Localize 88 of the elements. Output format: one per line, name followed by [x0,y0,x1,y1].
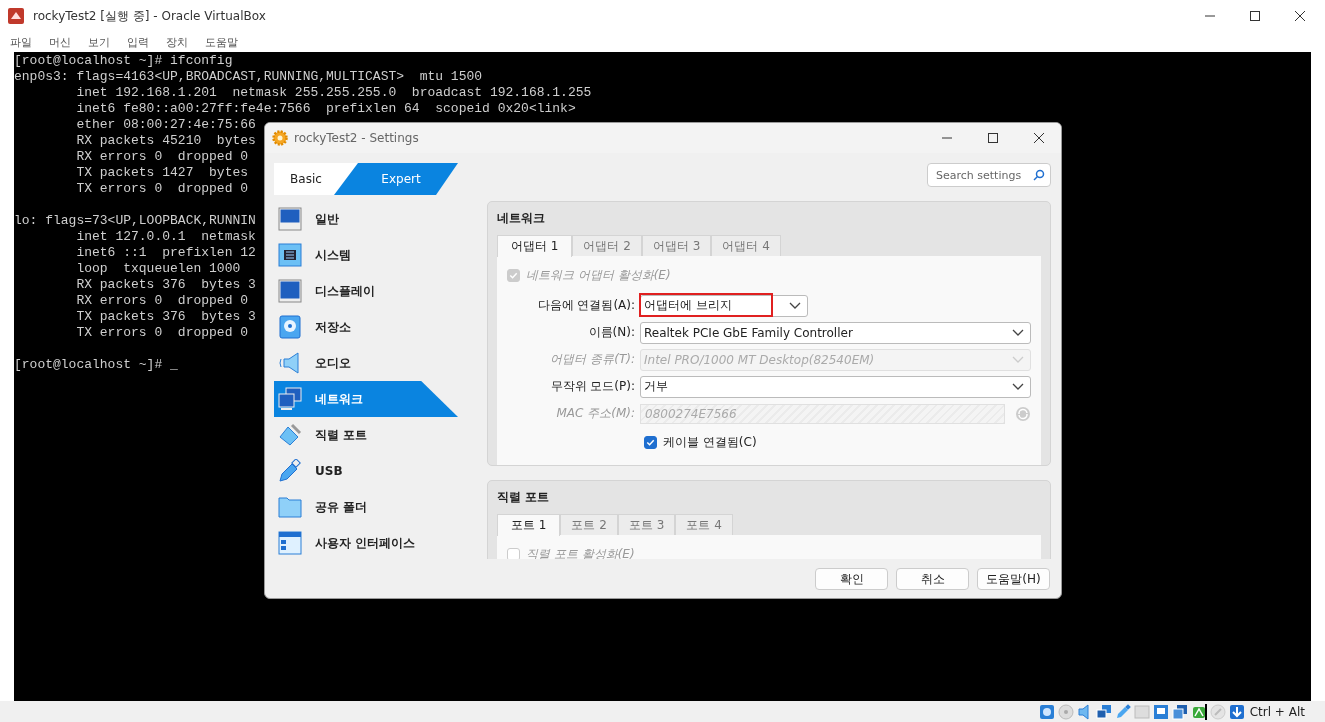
windows-icon[interactable] [1171,703,1188,720]
search-icon[interactable] [1033,169,1045,181]
sidebar-item[interactable]: 일반 [274,201,458,237]
checkbox-label: 케이블 연결됨(C) [663,433,757,451]
terminal-line: enp0s3: flags=4163<UP,BROADCAST,RUNNING,MULTICAST> mtu 1500 [14,69,483,85]
tab[interactable]: 포트 1 [497,514,561,536]
dropdown-value: Realtek PCIe GbE Family Controller [644,325,853,340]
dialog-title: rockyTest2 - Settings [294,131,419,145]
display-icon[interactable] [1152,703,1169,720]
tab[interactable]: 어댑터 3 [641,235,712,256]
tab[interactable]: 어댑터 4 [711,235,781,256]
maximize-icon[interactable] [988,133,998,143]
mode-tab[interactable]: Expert [334,163,458,195]
terminal-line: inet6 fe80::a00:27ff:fe4e:7566 prefixlen 64 scopeid 0x20<link> [75,101,576,117]
group-title: 직렬 포트 [497,489,551,506]
dropdown[interactable]: 어댑터에 브리지 [640,294,808,317]
checkbox-label: 네트워크 어댑터 활성화(E) [526,266,671,284]
dropdown-value: Intel PRO/1000 MT Desktop(82540EM) [644,352,875,367]
search-field[interactable]: Search settings [927,163,1051,187]
menu-item[interactable]: 머신 [49,34,71,50]
app-icon [8,8,24,24]
chevron-icon [1012,355,1024,364]
speaker-icon [278,351,302,375]
down-arrow-icon[interactable] [1228,703,1245,720]
terminal-line: RX packets 45210 bytes [75,133,256,149]
terminal-line: inet 192.168.1.201 netmask 255.255.255.0 broadcast 192.168.1.255 [75,85,592,101]
network-icon [278,387,302,411]
sidebar-item[interactable]: USB [274,453,458,489]
field-label: 무작위 모드(P): [549,378,636,395]
tab[interactable]: 어댑터 1 [497,235,573,257]
terminal-line: TX packets 376 bytes 3 [75,309,256,325]
terminal-line: TX errors 0 dropped 0 [75,181,249,197]
menu-item[interactable]: 파일 [10,34,32,50]
terminal-line: [root@localhost ~]# _ [14,357,178,373]
field-label: 어댑터 종류(T): [549,351,636,368]
terminal-line: TX packets 1427 bytes [75,165,249,181]
sidebar-item[interactable]: 저장소 [274,309,458,345]
terminal-line: inet6 ::1 prefixlen 12 [75,245,256,261]
tab[interactable]: 어댑터 2 [572,235,642,256]
menu-item[interactable]: 입력 [127,34,149,50]
field-label: 다음에 연결됨(A): [536,297,636,314]
dropdown[interactable]: 거부 [640,375,1031,398]
gear-icon [272,130,288,146]
menu-item[interactable]: 보기 [88,34,110,50]
terminal-line: RX errors 0 dropped 0 [75,293,249,309]
chevron-icon [789,301,801,310]
sidebar-item[interactable]: 사용자 인터페이스 [274,525,458,561]
sidebar-item[interactable]: 디스플레이 [274,273,458,309]
menu-item[interactable]: 장치 [166,34,188,50]
host-key-label: Ctrl + Alt [1249,704,1305,719]
dropdown-value: 거부 [644,378,668,395]
field-label: MAC 주소(M): [555,405,636,422]
tab[interactable]: 포트 2 [560,514,618,535]
dropdown[interactable]: Realtek PCIe GbE Family Controller [640,321,1031,344]
terminal-line: ether 08:00:27:4e:75:66 [75,117,256,133]
checkbox-label: 직렬 포트 활성화(E) [526,545,635,559]
terminal-line: lo: flags=73<UP,LOOPBACK,RUNNIN [14,213,256,229]
window-title: rockyTest2 [실행 중] - Oracle VirtualBox [33,7,266,25]
terminal-line: inet 127.0.0.1 netmask [75,229,256,245]
terminal-line: RX errors 0 dropped 0 [75,149,249,165]
maximize-icon[interactable] [1250,11,1260,21]
close-icon[interactable] [1034,133,1044,143]
window-icon [278,531,302,555]
sidebar-item[interactable]: 공유 폴더 [274,489,458,525]
dialog-button[interactable]: 도움말(H) [977,568,1050,590]
monitor-icon [278,279,302,303]
terminal-line: RX packets 376 bytes 3 [75,277,256,293]
chevron-icon [1012,382,1024,391]
terminal-line: [root@localhost ~]# ifconfig [14,53,233,69]
terminal-line: loop txqueuelen 1000 [75,261,241,277]
monitor-icon [278,207,302,231]
field-label: 이름(N): [587,324,636,341]
dialog-button[interactable]: 취소 [896,568,969,590]
network-icon[interactable] [1095,703,1112,720]
menu-item[interactable]: 도움말 [205,34,238,50]
checkbox[interactable] [644,435,657,449]
dialog-button[interactable]: 확인 [815,568,888,590]
tab[interactable]: 포트 3 [617,514,676,535]
sidebar-item[interactable]: 오디오 [274,345,458,381]
terminal-line: TX errors 0 dropped 0 [75,325,249,341]
tab[interactable]: 포트 4 [675,514,733,535]
sidebar-item[interactable]: 직렬 포트 [274,417,458,453]
group-title: 네트워크 [497,210,546,227]
sidebar-item[interactable]: 시스템 [274,237,458,273]
chevron-icon [1012,328,1024,337]
close-icon[interactable] [1295,11,1305,21]
dropdown-value: 어댑터에 브리지 [644,297,732,314]
sidebar-item[interactable]: 네트워크 [274,381,458,417]
